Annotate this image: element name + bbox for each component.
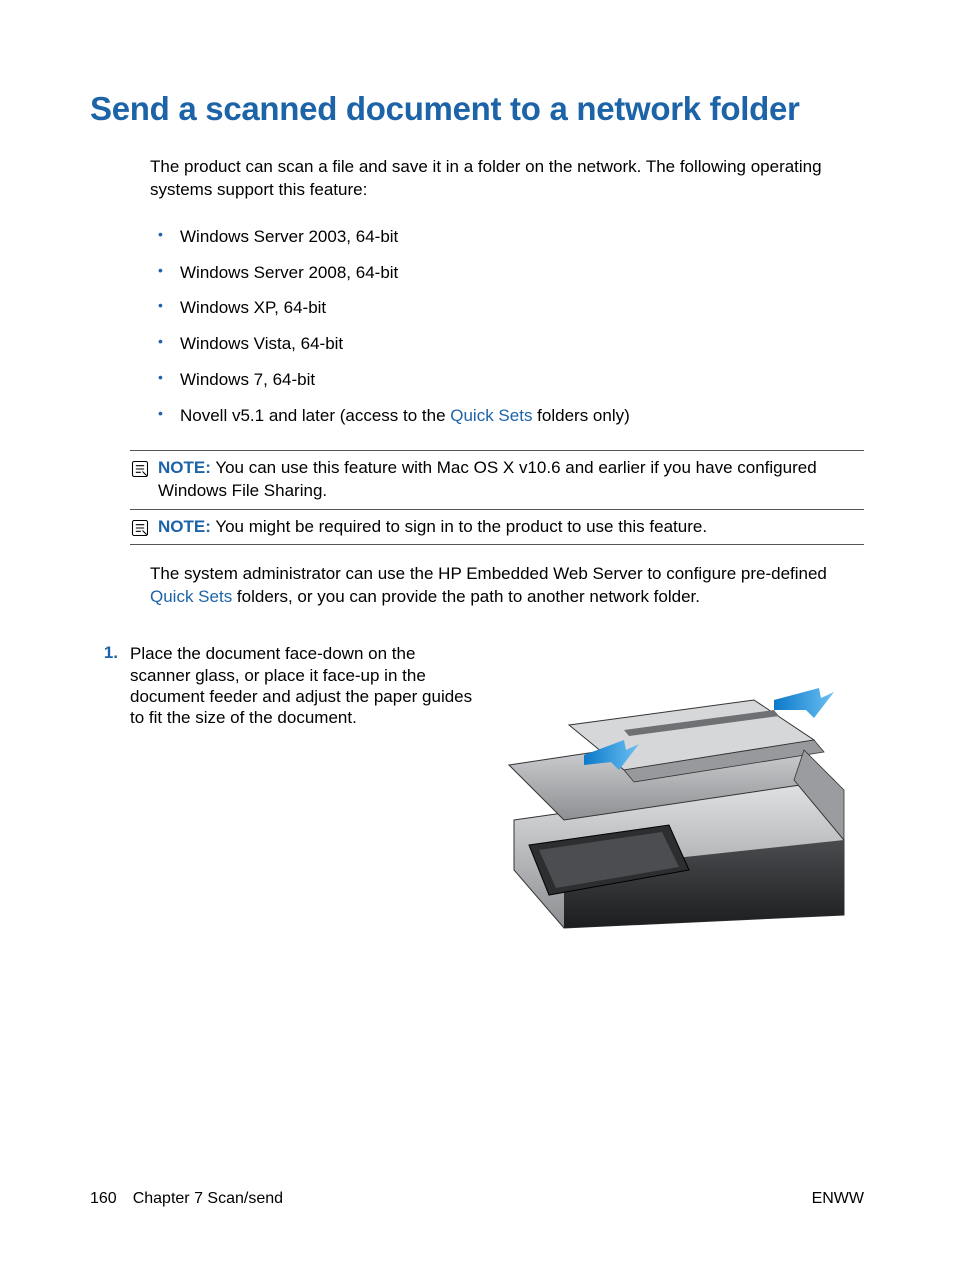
- note-label: NOTE:: [158, 517, 211, 536]
- list-item-text: Novell v5.1 and later (access to the: [180, 406, 450, 425]
- page-title: Send a scanned document to a network fol…: [90, 90, 864, 128]
- note-content: NOTE: You can use this feature with Mac …: [158, 457, 864, 503]
- note-icon: [130, 518, 150, 538]
- note-icon: [130, 459, 150, 479]
- note-block: NOTE: You might be required to sign in t…: [130, 510, 864, 546]
- step-number: 1.: [90, 643, 118, 663]
- list-item: Windows XP, 64-bit: [180, 290, 864, 326]
- note-text: You might be required to sign in to the …: [215, 517, 707, 536]
- quick-sets-link[interactable]: Quick Sets: [150, 587, 232, 606]
- list-item-text: folders only): [532, 406, 629, 425]
- list-item: Windows Server 2008, 64-bit: [180, 255, 864, 291]
- document-page: Send a scanned document to a network fol…: [0, 0, 954, 1270]
- body-paragraph: The system administrator can use the HP …: [150, 563, 864, 609]
- list-item: Windows Server 2003, 64-bit: [180, 219, 864, 255]
- footer-right: ENWW: [812, 1190, 864, 1208]
- note-text: You can use this feature with Mac OS X v…: [158, 458, 817, 500]
- body-text: folders, or you can provide the path to …: [232, 587, 700, 606]
- note-label: NOTE:: [158, 458, 211, 477]
- os-list: Windows Server 2003, 64-bit Windows Serv…: [150, 219, 864, 434]
- note-content: NOTE: You might be required to sign in t…: [158, 516, 707, 539]
- printer-illustration: [474, 670, 864, 930]
- page-number: 160: [90, 1190, 117, 1208]
- step-text: Place the document face-down on the scan…: [130, 643, 480, 728]
- page-footer: 160 Chapter 7 Scan/send ENWW: [0, 1190, 954, 1208]
- note-block: NOTE: You can use this feature with Mac …: [130, 450, 864, 510]
- list-item: Windows Vista, 64-bit: [180, 326, 864, 362]
- intro-paragraph: The product can scan a file and save it …: [150, 156, 864, 202]
- chapter-label: Chapter 7 Scan/send: [133, 1190, 283, 1208]
- list-item: Windows 7, 64-bit: [180, 362, 864, 398]
- quick-sets-link[interactable]: Quick Sets: [450, 406, 532, 425]
- body-text: The system administrator can use the HP …: [150, 564, 827, 583]
- list-item: Novell v5.1 and later (access to the Qui…: [180, 398, 864, 434]
